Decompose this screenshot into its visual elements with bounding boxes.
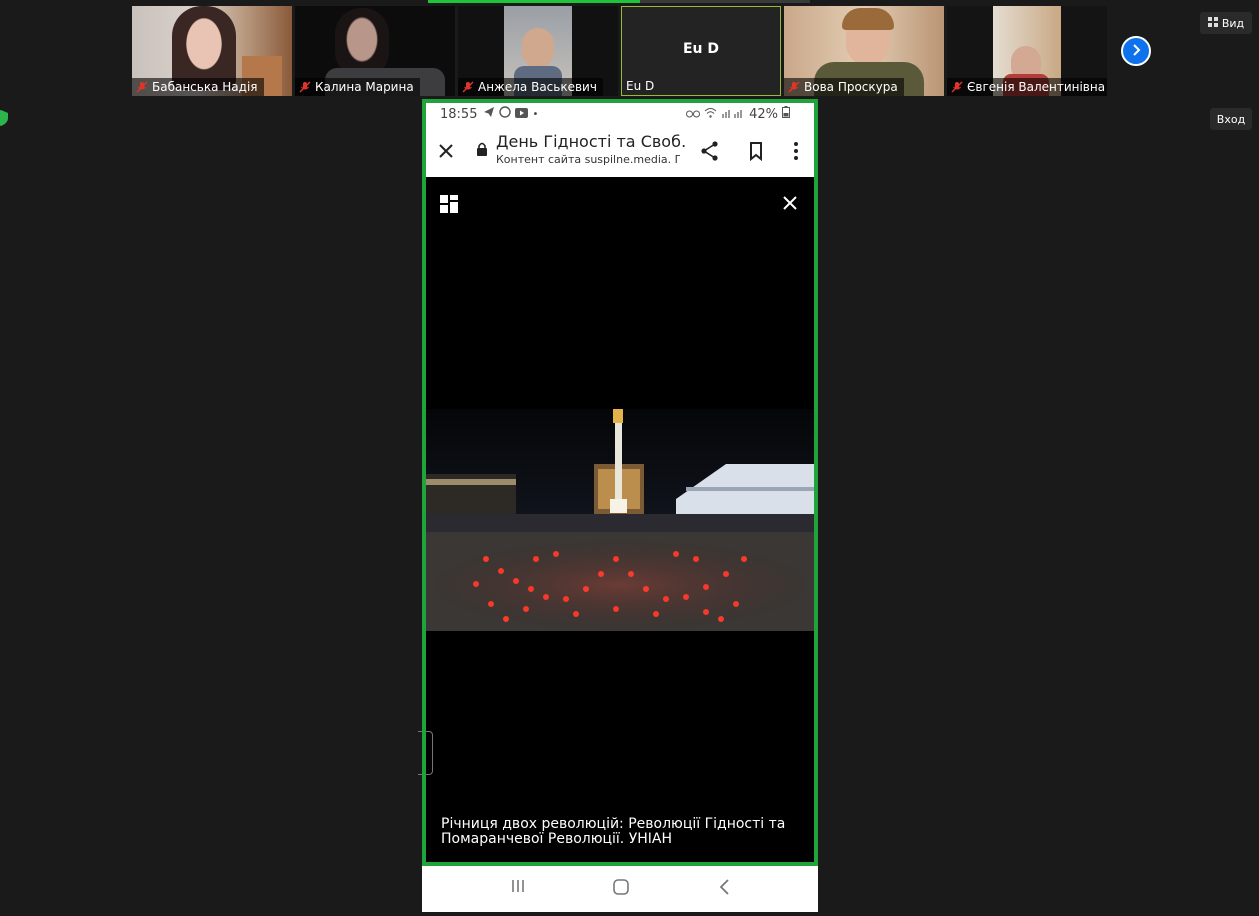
chevron-right-icon <box>1129 42 1143 61</box>
participant-name: Бабанська Надія <box>152 80 258 94</box>
browser-toolbar: День Гідності та Своб… Контент сайта sus… <box>426 125 814 177</box>
participant-nameplate: Калина Марина <box>295 78 420 96</box>
memorial-photo <box>426 409 814 631</box>
status-time: 18:55 <box>440 106 478 122</box>
participant-nameplate: Анжела Васькевич <box>458 78 603 96</box>
recent-apps-icon[interactable] <box>510 878 526 898</box>
battery-level: 42% <box>749 106 778 122</box>
mic-muted-icon <box>299 81 311 93</box>
participant-name: Анжела Васькевич <box>478 80 597 94</box>
participant-tile[interactable]: Калина Марина <box>295 6 455 96</box>
participant-tile[interactable]: Бабанська Надія <box>132 6 292 96</box>
view-button[interactable]: Вид <box>1200 12 1252 34</box>
side-panel-handle[interactable] <box>418 731 433 775</box>
shield-icon <box>0 110 8 126</box>
home-icon[interactable] <box>612 878 630 900</box>
scroll-track <box>640 0 810 3</box>
mic-muted-icon <box>136 81 148 93</box>
shared-screen: 18:55 • 42% День Гідності та Своб… Конте… <box>418 99 818 912</box>
android-nav-bar <box>422 866 818 912</box>
participant-name: Калина Марина <box>315 80 414 94</box>
back-icon[interactable] <box>718 878 732 900</box>
viber-icon <box>499 106 512 122</box>
more-vertical-icon[interactable] <box>784 139 808 163</box>
participant-tile[interactable]: Eu D Eu D <box>621 6 781 96</box>
next-page-button[interactable] <box>1121 36 1151 66</box>
enter-label: Вход <box>1216 112 1246 126</box>
close-icon[interactable] <box>780 193 800 217</box>
image-caption: Річниця двох революцій: Революції Гіднос… <box>441 816 786 847</box>
participant-name: Вова Проскура <box>804 80 898 94</box>
dot-icon: • <box>532 108 539 120</box>
youtube-icon <box>515 107 529 122</box>
participant-tile[interactable]: Євгенія Валентинівна <box>947 6 1107 96</box>
grid-view-icon <box>1207 16 1218 30</box>
bookmark-icon[interactable] <box>744 139 768 163</box>
mic-muted-icon <box>951 81 963 93</box>
participant-display-name: Eu D <box>682 41 720 57</box>
participant-tile[interactable]: Анжела Васькевич <box>458 6 618 96</box>
mic-muted-icon <box>788 81 800 93</box>
page-url[interactable]: Контент сайта suspilne.media. П <box>496 153 680 166</box>
wifi-icon <box>704 107 717 122</box>
close-tab-button[interactable] <box>434 139 458 163</box>
gallery-grid-icon[interactable] <box>440 195 458 217</box>
phone-status-bar: 18:55 • 42% <box>426 103 814 125</box>
participant-name: Євгенія Валентинівна <box>967 80 1106 94</box>
participant-nameplate: Вова Проскура <box>784 78 904 96</box>
participant-tile[interactable]: Вова Проскура <box>784 6 944 96</box>
mic-muted-icon <box>462 81 474 93</box>
participant-nameplate: Бабанська Надія <box>132 78 264 96</box>
enter-button[interactable]: Вход <box>1210 108 1252 130</box>
view-label: Вид <box>1221 16 1245 30</box>
signal-icon <box>721 107 745 122</box>
participant-nameplate: Eu D <box>622 77 660 95</box>
share-icon[interactable] <box>698 139 722 163</box>
lock-icon <box>476 141 488 160</box>
battery-icon <box>782 106 790 122</box>
participant-name: Eu D <box>626 79 655 93</box>
page-title[interactable]: День Гідності та Своб… <box>496 132 686 151</box>
participant-nameplate: Євгенія Валентинівна <box>947 78 1107 96</box>
telegram-icon <box>483 106 495 122</box>
image-viewer: Річниця двох революцій: Революції Гіднос… <box>426 177 814 862</box>
glasses-icon <box>686 107 701 122</box>
active-speaker-bar <box>428 0 640 3</box>
